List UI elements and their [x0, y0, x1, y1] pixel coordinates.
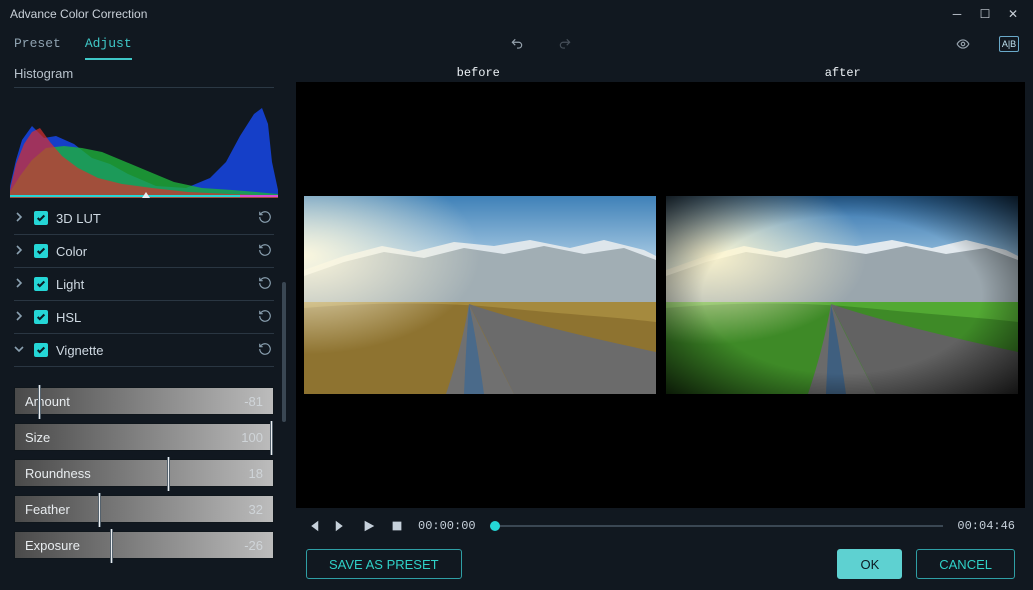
- reset-icon[interactable]: [258, 276, 274, 292]
- chevron-down-icon: [14, 341, 26, 359]
- slider-label: Feather: [25, 502, 70, 517]
- vignette-sliders: Amount -81 Size 100 Roundness 18 Feather…: [14, 387, 274, 559]
- ok-button[interactable]: OK: [837, 549, 902, 579]
- chevron-right-icon: [14, 275, 26, 293]
- section-label: Light: [56, 277, 250, 292]
- save-as-preset-button[interactable]: SAVE AS PRESET: [306, 549, 462, 579]
- before-image: [304, 196, 656, 394]
- tab-adjust[interactable]: Adjust: [85, 28, 132, 60]
- checkbox-light[interactable]: [34, 277, 48, 291]
- undo-icon[interactable]: [505, 32, 529, 56]
- slider-handle[interactable]: [110, 529, 113, 563]
- minimize-button[interactable]: ─: [943, 4, 971, 24]
- stop-button[interactable]: [390, 519, 404, 533]
- preview-pane: before after: [288, 60, 1033, 590]
- slider-handle[interactable]: [167, 457, 170, 491]
- cancel-button[interactable]: CANCEL: [916, 549, 1015, 579]
- slider-handle[interactable]: [270, 421, 273, 455]
- section-label: Color: [56, 244, 250, 259]
- section-label: HSL: [56, 310, 250, 325]
- before-label: before: [296, 66, 661, 82]
- reset-icon[interactable]: [258, 309, 274, 325]
- close-button[interactable]: ✕: [999, 4, 1027, 24]
- slider-exposure[interactable]: Exposure -26: [14, 531, 274, 559]
- reset-icon[interactable]: [258, 210, 274, 226]
- section-light[interactable]: Light: [14, 268, 274, 301]
- section-label: Vignette: [56, 343, 250, 358]
- slider-handle[interactable]: [38, 385, 41, 419]
- tab-preset[interactable]: Preset: [14, 28, 61, 60]
- preview-images: [296, 82, 1025, 508]
- section-3d-lut[interactable]: 3D LUT: [14, 202, 274, 235]
- playhead[interactable]: [490, 521, 500, 531]
- adjust-sections: 3D LUT Color Light HSL: [14, 202, 274, 367]
- sidebar: Histogram 3D LUT Color: [0, 60, 288, 590]
- redo-icon[interactable]: [553, 32, 577, 56]
- histogram-label: Histogram: [14, 60, 274, 88]
- slider-size[interactable]: Size 100: [14, 423, 274, 451]
- reset-icon[interactable]: [258, 243, 274, 259]
- footer: SAVE AS PRESET OK CANCEL: [296, 544, 1025, 584]
- play-button[interactable]: [362, 519, 376, 533]
- slider-feather[interactable]: Feather 32: [14, 495, 274, 523]
- chevron-right-icon: [14, 308, 26, 326]
- window-title: Advance Color Correction: [10, 7, 943, 21]
- histogram: [14, 92, 274, 202]
- section-color[interactable]: Color: [14, 235, 274, 268]
- slider-handle[interactable]: [98, 493, 101, 527]
- section-vignette[interactable]: Vignette: [14, 334, 274, 367]
- checkbox-hsl[interactable]: [34, 310, 48, 324]
- slider-amount[interactable]: Amount -81: [14, 387, 274, 415]
- slider-value: 32: [249, 502, 263, 517]
- slider-label: Roundness: [25, 466, 91, 481]
- section-label: 3D LUT: [56, 211, 250, 226]
- sidebar-scrollbar[interactable]: [282, 282, 286, 422]
- seek-bar[interactable]: [490, 519, 944, 533]
- total-time: 00:04:46: [957, 519, 1015, 533]
- slider-value: 100: [241, 430, 263, 445]
- transport-controls: 00:00:00 00:04:46: [296, 508, 1025, 544]
- slider-value: -81: [244, 394, 263, 409]
- title-bar: Advance Color Correction ─ ☐ ✕: [0, 0, 1033, 28]
- reset-icon[interactable]: [258, 342, 274, 358]
- slider-value: -26: [244, 538, 263, 553]
- tab-bar: Preset Adjust A|B: [0, 28, 1033, 60]
- eye-icon[interactable]: [951, 32, 975, 56]
- next-frame-button[interactable]: [334, 519, 348, 533]
- slider-label: Size: [25, 430, 50, 445]
- after-image: [666, 196, 1018, 394]
- checkbox-color[interactable]: [34, 244, 48, 258]
- slider-label: Exposure: [25, 538, 80, 553]
- after-label: after: [661, 66, 1026, 82]
- slider-label: Amount: [25, 394, 70, 409]
- chevron-right-icon: [14, 242, 26, 260]
- chevron-right-icon: [14, 209, 26, 227]
- slider-value: 18: [249, 466, 263, 481]
- current-time: 00:00:00: [418, 519, 476, 533]
- checkbox-3d-lut[interactable]: [34, 211, 48, 225]
- maximize-button[interactable]: ☐: [971, 4, 999, 24]
- compare-ab-button[interactable]: A|B: [999, 36, 1019, 52]
- checkbox-vignette[interactable]: [34, 343, 48, 357]
- section-hsl[interactable]: HSL: [14, 301, 274, 334]
- prev-frame-button[interactable]: [306, 519, 320, 533]
- slider-roundness[interactable]: Roundness 18: [14, 459, 274, 487]
